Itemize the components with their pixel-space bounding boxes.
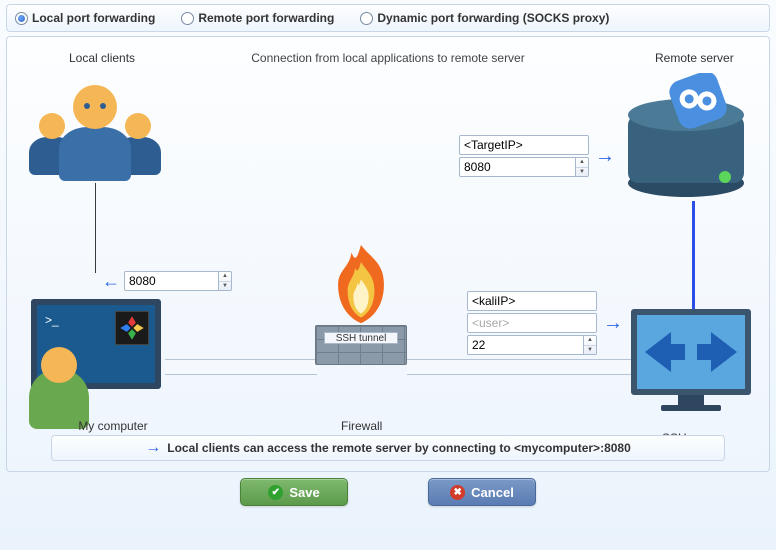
radio-dot-selected-icon [15,12,28,25]
close-icon: ✖ [450,485,465,500]
ssh-user-input[interactable] [472,316,592,330]
remote-server-icon [621,73,751,193]
tunnel-bar-left [165,359,317,375]
local-clients-icon [25,73,165,193]
remote-port-spinner[interactable]: ▲▼ [575,157,589,177]
ssh-port-spinner[interactable]: ▲▼ [583,335,597,355]
cancel-button[interactable]: ✖ Cancel [428,478,536,506]
firewall-label: Firewall [341,419,382,433]
tunnel-bar-right [407,359,633,375]
ssh-server-icon [631,309,751,411]
radio-dynamic-port-forwarding[interactable]: Dynamic port forwarding (SOCKS proxy) [360,11,609,25]
connector-line [95,183,96,273]
terminal-prompt-icon: >_ [45,313,59,327]
info-bar: → Local clients can access the remote se… [51,435,725,461]
radio-dot-icon [181,12,194,25]
ssh-port-input[interactable] [472,338,579,352]
save-button[interactable]: ✔ Save [240,478,348,506]
local-clients-label: Local clients [69,51,135,65]
button-row: ✔ Save ✖ Cancel [0,478,776,506]
radio-remote-label: Remote port forwarding [198,11,334,25]
radio-dynamic-label: Dynamic port forwarding (SOCKS proxy) [377,11,609,25]
local-port-field-group: ▲▼ [124,271,232,291]
ssh-tunnel-label: SSH tunnel [324,332,398,344]
arrow-right-icon: → [595,146,615,166]
diagram-panel: Connection from local applications to re… [6,36,770,472]
radio-local-label: Local port forwarding [32,11,155,25]
remote-port-input[interactable] [464,160,571,174]
info-text: Local clients can access the remote serv… [167,441,631,455]
tunnel-type-radio-group: Local port forwarding Remote port forwar… [6,4,770,32]
arrow-right-icon: → [145,440,161,456]
remote-host-input[interactable] [464,138,584,152]
arrow-left-icon: ← [102,272,120,290]
radio-local-port-forwarding[interactable]: Local port forwarding [15,11,155,25]
diagram-title: Connection from local applications to re… [251,51,524,65]
my-computer-label-line1: My computer [53,419,173,433]
firewall-icon: SSH tunnel [315,325,407,365]
arrow-right-icon: → [603,313,623,333]
connector-line-remote [692,201,695,309]
remote-server-label: Remote server [655,51,734,65]
local-port-input[interactable] [129,274,214,288]
local-port-spinner[interactable]: ▲▼ [218,271,232,291]
radio-remote-port-forwarding[interactable]: Remote port forwarding [181,11,334,25]
user-icon [29,349,89,409]
flame-icon [321,241,401,327]
ssh-host-input[interactable] [472,294,592,308]
cancel-button-label: Cancel [471,485,514,500]
radio-dot-icon [360,12,373,25]
save-button-label: Save [289,485,319,500]
check-icon: ✔ [268,485,283,500]
mobaxterm-logo-icon [115,311,149,345]
